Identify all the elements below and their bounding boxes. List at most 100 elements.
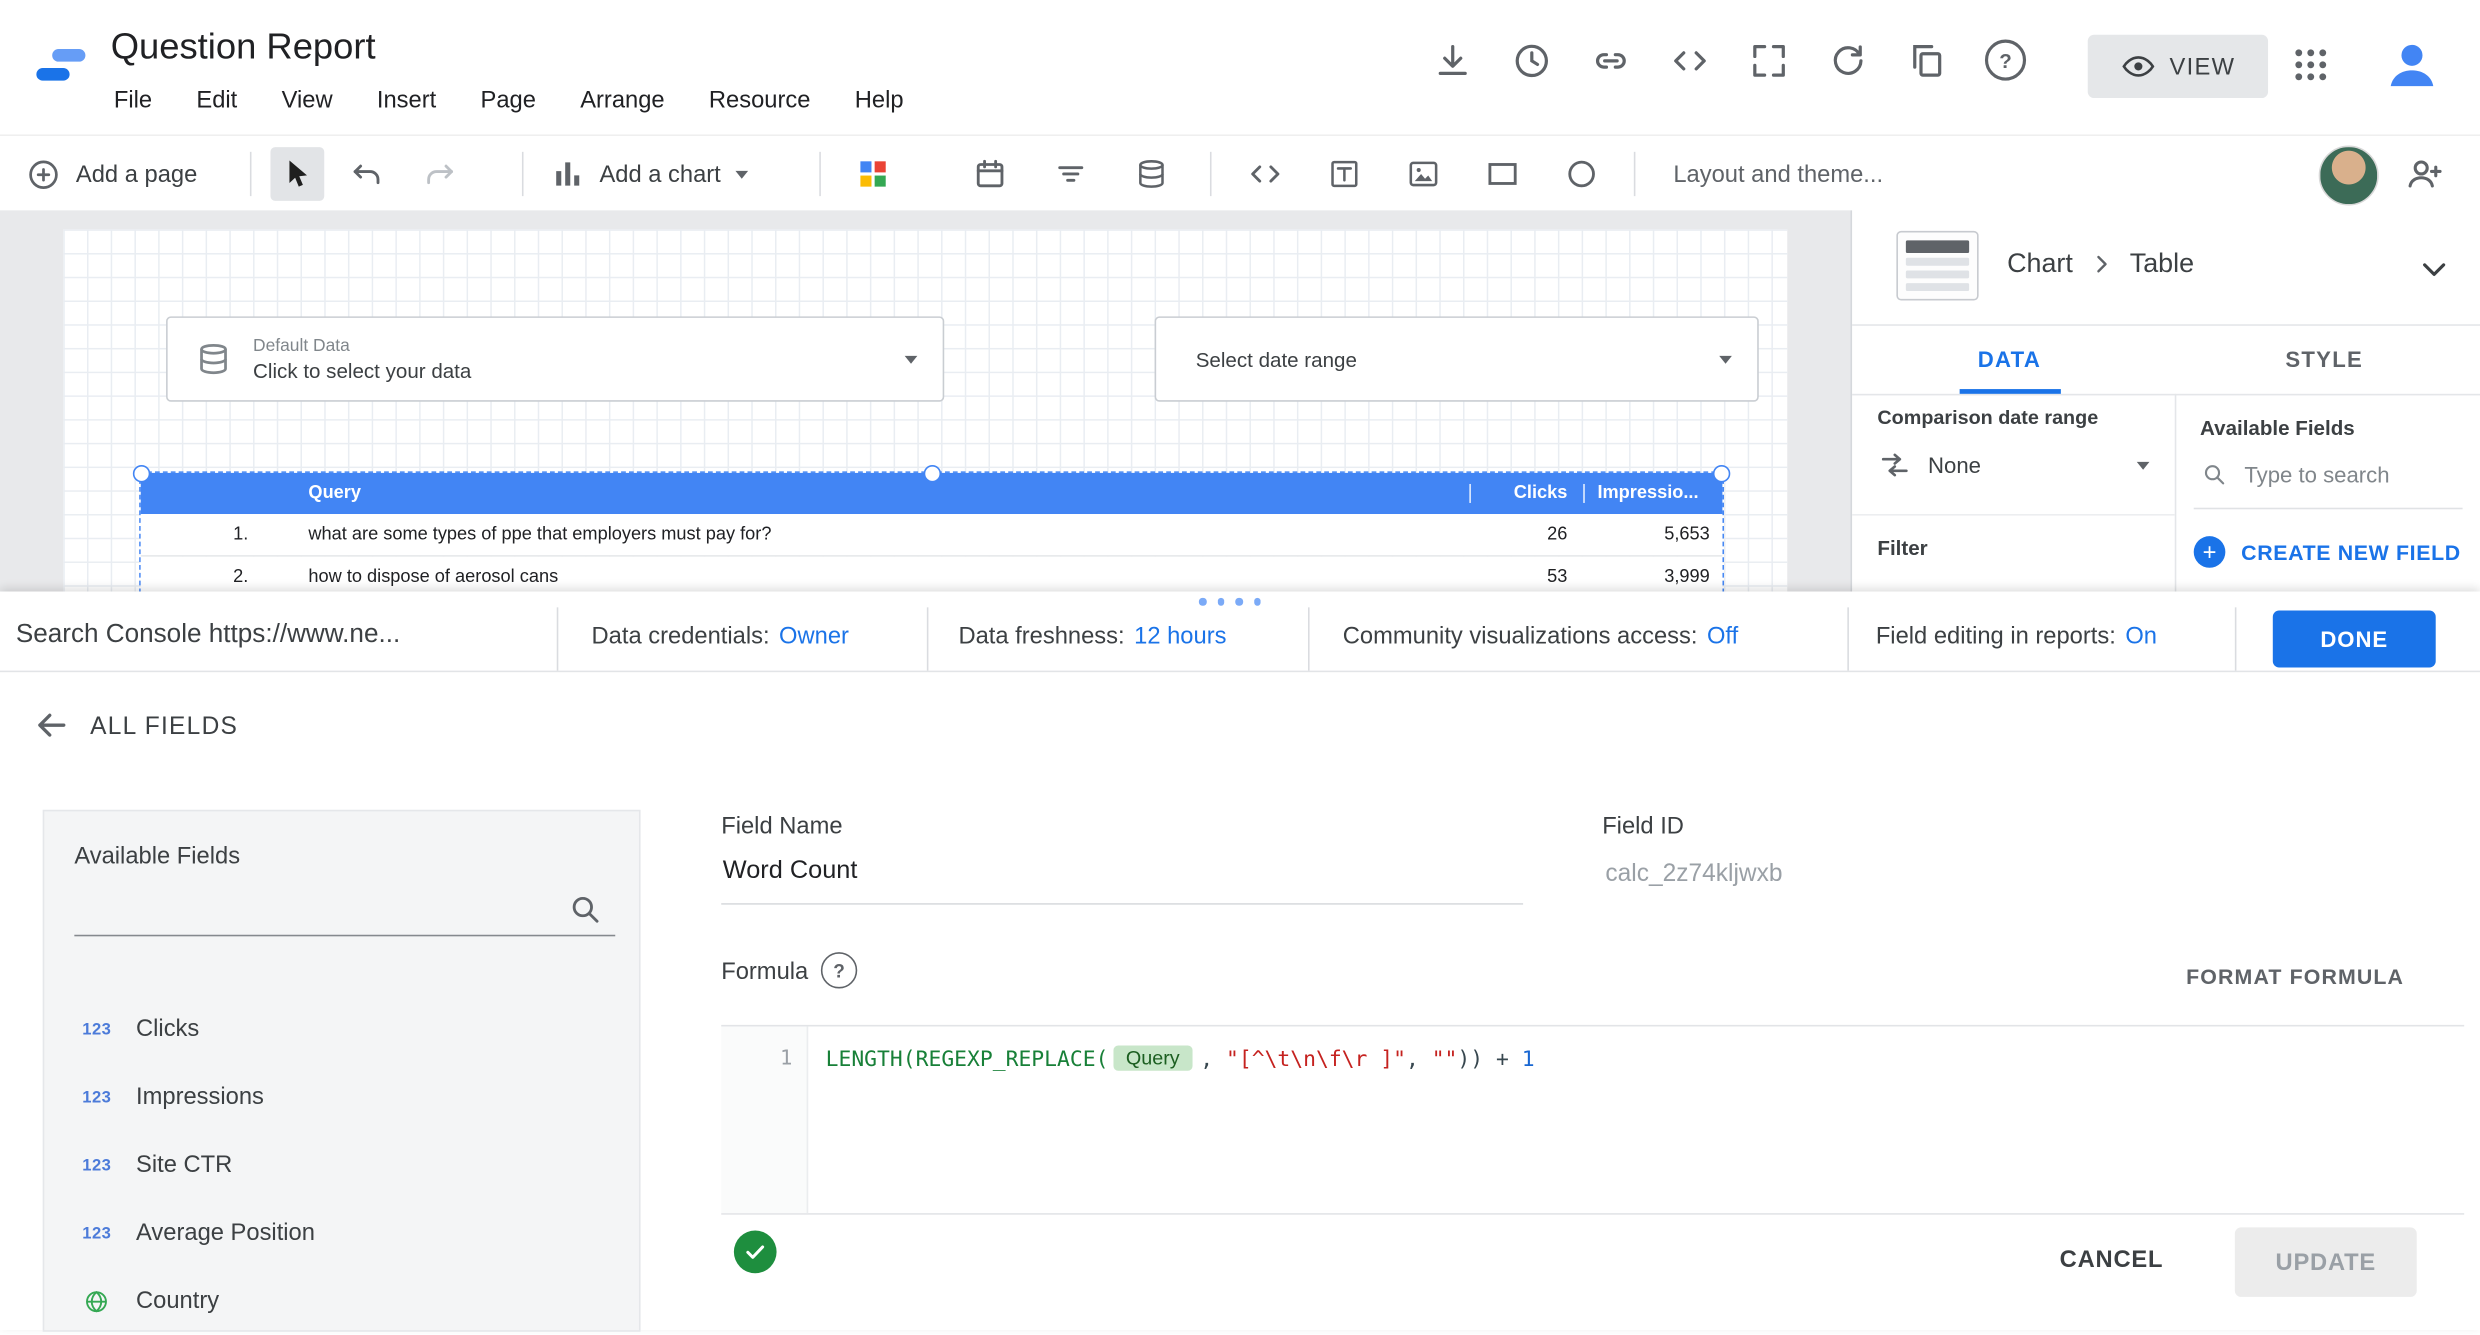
menu-insert[interactable]: Insert bbox=[377, 87, 436, 114]
table-header-impressions[interactable]: Impressio... bbox=[1583, 484, 1722, 503]
filter-control-icon[interactable] bbox=[1052, 155, 1090, 193]
embed-tool-icon[interactable] bbox=[1246, 155, 1284, 193]
field-item-impressions[interactable]: 123 Impressions bbox=[44, 1063, 642, 1131]
help-icon[interactable]: ? bbox=[1985, 40, 2026, 81]
data-freshness-item: Data freshness:12 hours bbox=[958, 623, 1226, 650]
undo-icon[interactable] bbox=[348, 155, 386, 193]
comparison-date-select[interactable]: None bbox=[1877, 448, 2149, 483]
search-icon[interactable] bbox=[566, 890, 604, 928]
layout-theme-button[interactable]: Layout and theme... bbox=[1673, 136, 1883, 212]
tab-style[interactable]: STYLE bbox=[2167, 324, 2480, 394]
menu-view[interactable]: View bbox=[282, 87, 333, 114]
breadcrumb-chart[interactable]: Chart bbox=[2007, 248, 2073, 280]
table-row: 1. what are some types of ppe that emplo… bbox=[141, 514, 1723, 557]
update-button[interactable]: UPDATE bbox=[2235, 1227, 2417, 1297]
menu-arrange[interactable]: Arrange bbox=[580, 87, 664, 114]
done-button[interactable]: DONE bbox=[2273, 611, 2436, 668]
selection-handle[interactable] bbox=[1713, 465, 1730, 482]
table-chart[interactable]: Query Clicks Impressio... 1. what are so… bbox=[139, 471, 1724, 591]
toolbar-divider bbox=[1210, 152, 1212, 196]
breadcrumb-table[interactable]: Table bbox=[2130, 248, 2194, 280]
history-icon[interactable] bbox=[1510, 40, 1553, 83]
formula-code-line[interactable]: LENGTH(REGEXP_REPLACE(Query, "[^\t\n\f\r… bbox=[826, 1047, 1535, 1072]
drag-handle[interactable] bbox=[1199, 598, 1261, 605]
menu-bar: File Edit View Insert Page Arrange Resou… bbox=[114, 87, 904, 114]
row-index: 1. bbox=[141, 525, 296, 544]
menu-page[interactable]: Page bbox=[480, 87, 535, 114]
bar-chart-icon bbox=[550, 157, 585, 192]
line-number: 1 bbox=[780, 1047, 792, 1071]
formula-help-icon[interactable]: ? bbox=[821, 952, 857, 988]
text-tool-icon[interactable] bbox=[1325, 155, 1363, 193]
table-header-query[interactable]: Query bbox=[296, 484, 1470, 503]
apps-grid-icon[interactable] bbox=[2290, 44, 2331, 85]
share-add-person-icon[interactable] bbox=[2404, 153, 2445, 194]
fullscreen-icon[interactable] bbox=[1748, 40, 1791, 83]
data-credentials-value[interactable]: Owner bbox=[779, 623, 849, 650]
menu-resource[interactable]: Resource bbox=[709, 87, 811, 114]
data-source-control[interactable]: Default Data Click to select your data bbox=[166, 316, 944, 401]
menu-edit[interactable]: Edit bbox=[196, 87, 237, 114]
field-item-country[interactable]: Country bbox=[44, 1267, 642, 1335]
data-studio-logo-icon[interactable] bbox=[35, 41, 89, 95]
field-editing-label: Field editing in reports: bbox=[1876, 623, 2116, 650]
embed-code-icon[interactable] bbox=[1669, 40, 1712, 83]
select-tool-button[interactable] bbox=[270, 147, 324, 201]
redo-icon[interactable] bbox=[421, 155, 459, 193]
format-formula-button[interactable]: FORMAT FORMULA bbox=[2186, 965, 2404, 989]
selection-handle[interactable] bbox=[924, 465, 941, 482]
link-icon[interactable] bbox=[1590, 40, 1633, 83]
field-search[interactable]: Type to search bbox=[2200, 460, 2390, 488]
field-editing-value[interactable]: On bbox=[2125, 623, 2157, 650]
refresh-icon[interactable] bbox=[1827, 40, 1870, 83]
data-credentials-label: Data credentials: bbox=[592, 623, 770, 650]
available-fields-panel: Available Fields 123 Clicks 123 Impressi… bbox=[43, 810, 641, 1332]
date-range-control-icon[interactable] bbox=[971, 155, 1009, 193]
all-fields-label[interactable]: ALL FIELDS bbox=[90, 713, 238, 741]
menu-file[interactable]: File bbox=[114, 87, 152, 114]
chevron-down-icon bbox=[1719, 356, 1732, 364]
tab-data[interactable]: DATA bbox=[1852, 324, 2167, 394]
field-item-average-position[interactable]: 123 Average Position bbox=[44, 1199, 642, 1267]
rectangle-tool-icon[interactable] bbox=[1484, 155, 1522, 193]
token-number: 1 bbox=[1522, 1047, 1535, 1072]
community-access-value[interactable]: Off bbox=[1707, 623, 1738, 650]
looker-studio-app: Question Report File Edit View Insert Pa… bbox=[0, 0, 2480, 1330]
image-tool-icon[interactable] bbox=[1404, 155, 1442, 193]
view-button-label: VIEW bbox=[2170, 53, 2236, 80]
field-editing-item: Field editing in reports: On bbox=[1876, 623, 2157, 650]
field-item-site-ctr[interactable]: 123 Site CTR bbox=[44, 1131, 642, 1199]
search-icon bbox=[2200, 460, 2228, 488]
table-chart-thumbnail[interactable] bbox=[1896, 231, 1978, 301]
add-chart-button[interactable]: Add a chart bbox=[550, 136, 747, 212]
formula-editor[interactable]: 1 LENGTH(REGEXP_REPLACE(Query, "[^\t\n\f… bbox=[721, 1025, 2464, 1215]
field-item-clicks[interactable]: 123 Clicks bbox=[44, 995, 642, 1063]
create-new-field-button[interactable]: + CREATE NEW FIELD bbox=[2194, 536, 2461, 568]
community-visualizations-icon[interactable] bbox=[854, 155, 892, 193]
report-title[interactable]: Question Report bbox=[111, 25, 376, 68]
view-button[interactable]: VIEW bbox=[2088, 35, 2268, 98]
query-field-chip[interactable]: Query bbox=[1113, 1045, 1192, 1070]
date-range-control[interactable]: Select date range bbox=[1155, 316, 1759, 401]
cancel-button[interactable]: CANCEL bbox=[2043, 1246, 2179, 1273]
account-avatar[interactable] bbox=[2382, 35, 2442, 95]
table-header-clicks[interactable]: Clicks bbox=[1469, 484, 1583, 503]
add-page-button[interactable]: Add a page bbox=[25, 136, 197, 212]
download-icon[interactable] bbox=[1431, 40, 1474, 83]
selection-handle[interactable] bbox=[133, 465, 150, 482]
field-name: Clicks bbox=[136, 1015, 199, 1042]
field-list: 123 Clicks 123 Impressions 123 Site CTR … bbox=[44, 995, 642, 1335]
row-query: what are some types of ppe that employer… bbox=[296, 525, 1470, 544]
copy-icon[interactable] bbox=[1906, 40, 1949, 83]
data-freshness-value[interactable]: 12 hours bbox=[1134, 623, 1226, 650]
panel-divider bbox=[1852, 514, 2175, 516]
data-source-name[interactable]: Search Console https://www.ne... bbox=[16, 620, 400, 650]
field-name-input[interactable]: Word Count bbox=[723, 857, 858, 885]
back-arrow-icon[interactable] bbox=[32, 705, 72, 745]
user-avatar[interactable] bbox=[2319, 146, 2379, 206]
report-canvas[interactable]: Default Data Click to select your data S… bbox=[0, 210, 1851, 591]
chevron-down-icon[interactable] bbox=[2415, 250, 2453, 288]
circle-tool-icon[interactable] bbox=[1563, 155, 1601, 193]
data-control-icon[interactable] bbox=[1132, 155, 1170, 193]
menu-help[interactable]: Help bbox=[855, 87, 904, 114]
